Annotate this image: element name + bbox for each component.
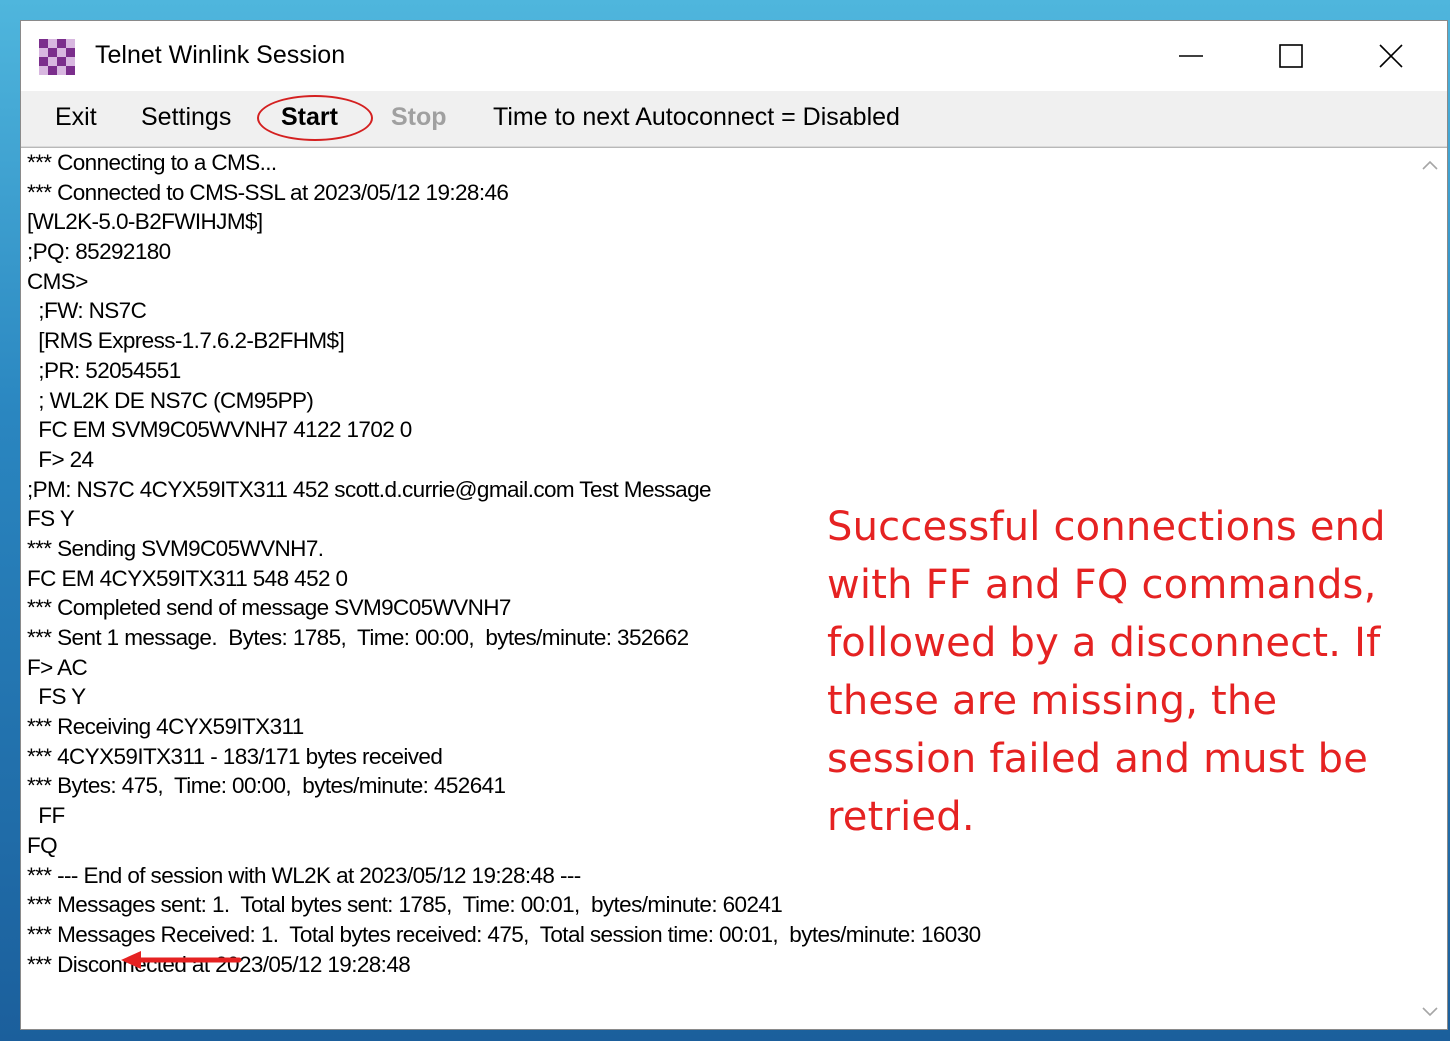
close-icon xyxy=(1379,44,1403,68)
log-line: *** Connected to CMS-SSL at 2023/05/12 1… xyxy=(27,179,509,205)
title-bar[interactable]: Telnet Winlink Session xyxy=(21,21,1447,91)
scroll-down-button[interactable] xyxy=(1413,995,1447,1029)
maximize-icon xyxy=(1279,44,1303,68)
log-line: [RMS Express-1.7.6.2-B2FHM$] xyxy=(27,328,345,354)
scroll-up-button[interactable] xyxy=(1413,148,1447,182)
log-line: FC EM SVM9C05WVNH7 4122 1702 0 xyxy=(27,417,412,443)
session-log[interactable]: *** Connecting to a CMS... *** Connected … xyxy=(21,147,1447,1029)
log-line: F> 24 xyxy=(27,446,94,472)
telnet-session-window: Telnet Winlink Session Exit Settings Sta… xyxy=(20,20,1448,1030)
log-line: *** --- End of session with WL2K at 2023… xyxy=(27,862,581,888)
minimize-icon xyxy=(1179,55,1203,57)
menu-settings[interactable]: Settings xyxy=(141,103,231,132)
menu-bar: Exit Settings Start Stop Time to next Au… xyxy=(21,91,1447,147)
log-line: *** Messages Received: 1. Total bytes re… xyxy=(27,921,981,947)
log-line: CMS> xyxy=(27,268,88,294)
maximize-button[interactable] xyxy=(1246,21,1336,91)
log-line: [WL2K-5.0-B2FWIHJM$] xyxy=(27,209,263,235)
menu-stop: Stop xyxy=(391,103,447,131)
menu-start[interactable]: Start xyxy=(281,103,338,132)
chevron-up-icon xyxy=(1422,160,1438,170)
autoconnect-status: Time to next Autoconnect = Disabled xyxy=(493,103,900,131)
app-icon xyxy=(39,39,75,75)
log-line: ;PQ: 85292180 xyxy=(27,239,171,265)
log-line: ;FW: NS7C xyxy=(27,298,147,324)
menu-exit[interactable]: Exit xyxy=(55,103,97,132)
minimize-button[interactable] xyxy=(1146,21,1236,91)
annotation-note: Successful connections end with FF and F… xyxy=(827,504,1386,840)
log-line: ;PR: 52054551 xyxy=(27,357,181,383)
close-button[interactable] xyxy=(1346,21,1436,91)
window-title: Telnet Winlink Session xyxy=(95,41,346,69)
log-line: ; WL2K DE NS7C (CM95PP) xyxy=(27,387,314,413)
chevron-down-icon xyxy=(1422,1007,1438,1017)
log-line: *** Connecting to a CMS... xyxy=(27,150,277,175)
log-line: *** Messages sent: 1. Total bytes sent: … xyxy=(27,892,783,918)
red-arrow-icon xyxy=(121,951,242,969)
